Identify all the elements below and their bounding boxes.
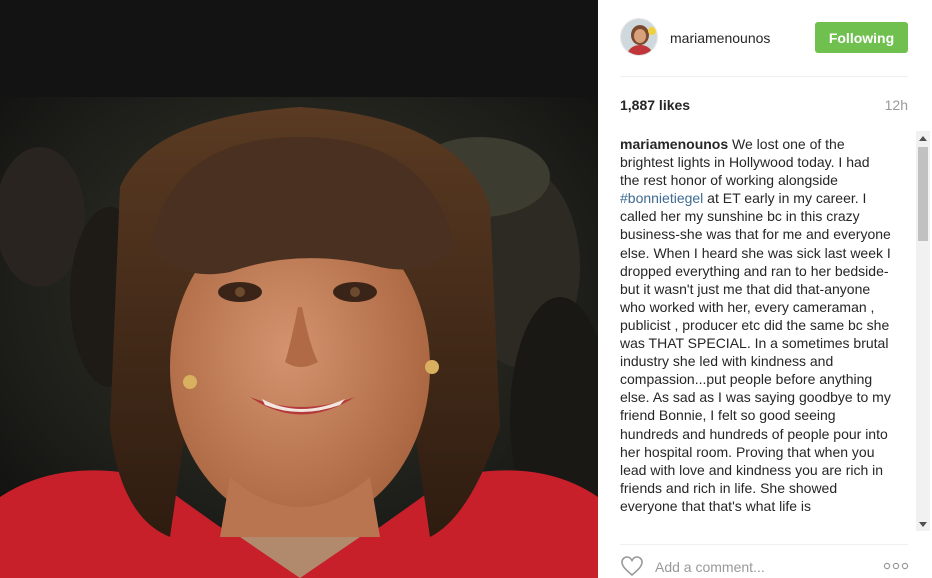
photo-pane <box>0 0 598 578</box>
post-caption: mariamenounos We lost one of the brighte… <box>620 135 892 515</box>
header-divider <box>620 76 908 77</box>
post-header: mariamenounos Following <box>598 0 932 76</box>
post-photo[interactable] <box>0 97 598 578</box>
user-avatar[interactable] <box>620 18 658 56</box>
footer-divider <box>620 544 908 545</box>
add-comment-input[interactable] <box>655 558 865 576</box>
avatar-image <box>621 19 657 55</box>
post-sidebar: mariamenounos Following 1,887 likes 12h … <box>598 0 932 578</box>
caption-scroll-area[interactable]: mariamenounos We lost one of the brighte… <box>620 135 912 530</box>
caption-hashtag[interactable]: #bonnietiegel <box>620 190 703 206</box>
post-username[interactable]: mariamenounos <box>670 30 770 46</box>
scrollbar-thumb[interactable] <box>918 147 928 241</box>
post-time: 12h <box>884 97 908 113</box>
scroll-down-arrow-icon[interactable] <box>916 517 930 531</box>
photo-top-band <box>0 0 598 97</box>
heart-icon[interactable] <box>620 555 644 577</box>
following-button[interactable]: Following <box>815 22 908 53</box>
more-options-icon[interactable] <box>883 562 909 570</box>
scroll-up-arrow-icon[interactable] <box>916 131 930 145</box>
caption-username[interactable]: mariamenounos <box>620 136 728 152</box>
caption-text-part2: at ET early in my career. I called her m… <box>620 190 891 514</box>
likes-count[interactable]: 1,887 likes <box>620 97 690 113</box>
caption-scrollbar[interactable] <box>916 131 930 531</box>
